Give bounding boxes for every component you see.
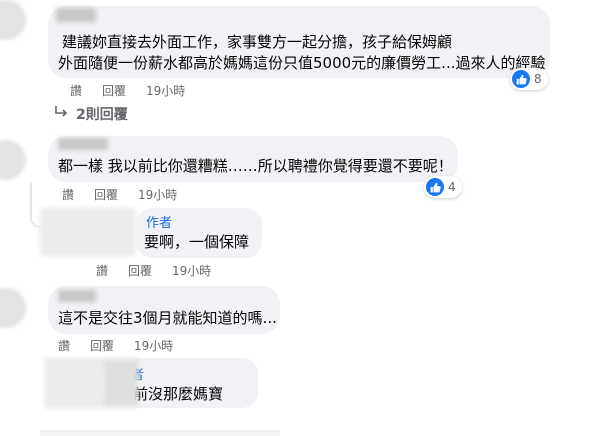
reaction-summary[interactable]: 4 — [424, 176, 462, 198]
reply-text: 要啊，一個保障 — [144, 233, 250, 251]
comment-bubble: 這不是交往3個月就能知道的嗎... — [48, 286, 280, 334]
like-button[interactable]: 讚 — [58, 337, 70, 354]
reaction-summary[interactable]: 8 — [510, 68, 548, 90]
reply-bubble: 作者 要啊，一個保障 — [136, 208, 262, 258]
comment-bubble: 都一樣 我以前比你還糟糕……所以聘禮你覺得要還不要呢！ — [48, 136, 458, 182]
reply-button[interactable]: 回覆 — [102, 82, 126, 99]
reply-actions: 讚 回覆 19小時 — [96, 262, 211, 279]
author-badge: 作者 — [146, 216, 173, 231]
thumbs-up-icon — [426, 178, 444, 196]
commenter-name[interactable] — [58, 138, 108, 150]
comment-text: 外面隨便一份薪水都高於媽媽這份只值5000元的廉價勞工...過來人的經驗 — [58, 54, 546, 72]
commenter-name[interactable] — [58, 290, 96, 302]
commenter-name[interactable] — [56, 8, 96, 22]
reply-avatar-overlap — [104, 360, 138, 406]
avatar[interactable] — [0, 288, 26, 328]
reaction-count: 4 — [448, 180, 456, 194]
reply-button[interactable]: 回覆 — [90, 337, 114, 354]
bottom-divider — [40, 430, 280, 436]
replies-count-label: 2則回覆 — [76, 107, 128, 123]
comment-actions: 讚 回覆 19小時 — [62, 186, 177, 203]
timestamp[interactable]: 19小時 — [146, 82, 185, 99]
like-button[interactable]: 讚 — [62, 186, 74, 203]
timestamp[interactable]: 19小時 — [172, 262, 211, 279]
comment-actions: 讚 回覆 19小時 — [70, 82, 185, 99]
thumbs-up-icon — [512, 70, 530, 88]
reply-arrow-icon — [54, 105, 70, 123]
comment-text: 都一樣 我以前比你還糟糕……所以聘禮你覺得要還不要呢！ — [58, 157, 453, 175]
reply-button[interactable]: 回覆 — [94, 186, 118, 203]
comment-bubble: 建議妳直接去外面工作，家事雙方一起分擔，孩子給保姆顧 外面隨便一份薪水都高於媽媽… — [48, 6, 550, 78]
view-replies-link[interactable]: 2則回覆 — [54, 104, 128, 124]
avatar[interactable] — [0, 0, 26, 40]
like-button[interactable]: 讚 — [96, 262, 108, 279]
comment-text: 建議妳直接去外面工作，家事雙方一起分擔，孩子給保姆顧 — [62, 33, 453, 51]
timestamp[interactable]: 19小時 — [134, 337, 173, 354]
avatar[interactable] — [0, 140, 26, 180]
timestamp[interactable]: 19小時 — [138, 186, 177, 203]
reply-button[interactable]: 回覆 — [128, 262, 152, 279]
comment-text: 這不是交往3個月就能知道的嗎... — [58, 309, 277, 327]
comment-actions: 讚 回覆 19小時 — [58, 337, 173, 354]
like-button[interactable]: 讚 — [70, 82, 82, 99]
reaction-count: 8 — [534, 72, 542, 86]
reply-avatar[interactable] — [40, 208, 136, 256]
